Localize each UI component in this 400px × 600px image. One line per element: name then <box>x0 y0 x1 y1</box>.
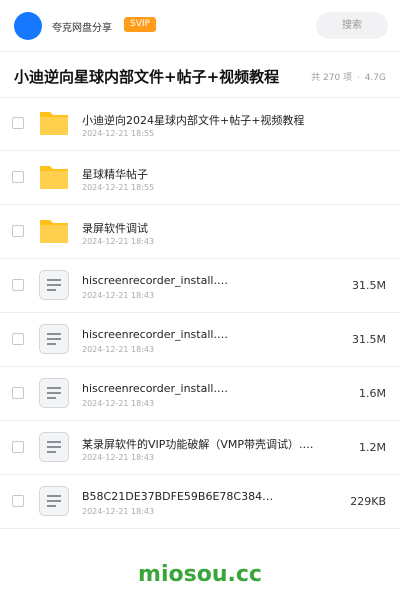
list-item[interactable]: B58C21DE37BDFE59B6E78C384… 2024-12-21 18… <box>0 475 400 529</box>
document-icon <box>39 432 69 462</box>
total-size: 4.7G <box>364 73 386 83</box>
select-checkbox[interactable] <box>12 225 24 237</box>
list-item[interactable]: hiscreenrecorder_install.… 2024-12-21 18… <box>0 367 400 421</box>
file-list: 小迪逆向2024星球内部文件+帖子+视频教程 2024-12-21 18:55 … <box>0 97 400 529</box>
file-size: 1.6M <box>359 387 386 400</box>
meta-separator: · <box>356 73 360 83</box>
folder-meta: 共 270 项 · 4.7G <box>309 70 386 83</box>
file-date: 2024-12-21 18:43 <box>82 507 155 516</box>
file-date: 2024-12-21 18:43 <box>82 237 155 246</box>
file-size: 31.5M <box>352 279 386 292</box>
watermark: miosou.cc <box>138 562 262 587</box>
search-input[interactable]: 搜索 <box>316 12 388 39</box>
select-checkbox[interactable] <box>12 441 24 453</box>
folder-icon <box>40 112 68 135</box>
select-checkbox[interactable] <box>12 171 24 183</box>
file-name: 某录屏软件的VIP功能破解（VMP带壳调试）.… <box>82 438 314 451</box>
document-icon <box>39 270 69 300</box>
page-title: 小迪逆向星球内部文件+帖子+视频教程 <box>14 68 280 86</box>
select-checkbox[interactable] <box>12 495 24 507</box>
list-item[interactable]: 录屏软件调试 2024-12-21 18:43 <box>0 205 400 259</box>
list-item[interactable]: 小迪逆向2024星球内部文件+帖子+视频教程 2024-12-21 18:55 <box>0 97 400 151</box>
file-name: 录屏软件调试 <box>82 222 148 235</box>
list-item[interactable]: 某录屏软件的VIP功能破解（VMP带壳调试）.… 2024-12-21 18:4… <box>0 421 400 475</box>
app-name: 夸克网盘分享 <box>52 23 112 34</box>
file-size: 31.5M <box>352 333 386 346</box>
file-name: B58C21DE37BDFE59B6E78C384… <box>82 490 274 503</box>
select-checkbox[interactable] <box>12 279 24 291</box>
file-date: 2024-12-21 18:43 <box>82 453 155 462</box>
file-name: 小迪逆向2024星球内部文件+帖子+视频教程 <box>82 114 305 127</box>
file-date: 2024-12-21 18:43 <box>82 345 155 354</box>
file-date: 2024-12-21 18:43 <box>82 399 155 408</box>
item-count: 共 270 项 <box>311 73 353 83</box>
avatar[interactable] <box>14 12 42 40</box>
select-checkbox[interactable] <box>12 387 24 399</box>
file-date: 2024-12-21 18:55 <box>82 129 155 138</box>
document-icon <box>39 486 69 516</box>
folder-title-row: 小迪逆向星球内部文件+帖子+视频教程 共 270 项 · 4.7G <box>0 52 400 98</box>
file-name: 星球精华帖子 <box>82 168 148 181</box>
file-date: 2024-12-21 18:43 <box>82 291 155 300</box>
file-date: 2024-12-21 18:55 <box>82 183 155 192</box>
file-name: hiscreenrecorder_install.… <box>82 328 228 341</box>
file-name: hiscreenrecorder_install.… <box>82 382 228 395</box>
select-checkbox[interactable] <box>12 333 24 345</box>
document-icon <box>39 378 69 408</box>
list-item[interactable]: 星球精华帖子 2024-12-21 18:55 <box>0 151 400 205</box>
file-name: hiscreenrecorder_install.… <box>82 274 228 287</box>
svip-badge: SVIP <box>124 17 156 32</box>
document-icon <box>39 324 69 354</box>
header: 夸克网盘分享 SVIP 搜索 <box>0 0 400 52</box>
select-checkbox[interactable] <box>12 117 24 129</box>
folder-icon <box>40 166 68 189</box>
file-size: 1.2M <box>359 441 386 454</box>
list-item[interactable]: hiscreenrecorder_install.… 2024-12-21 18… <box>0 259 400 313</box>
list-item[interactable]: hiscreenrecorder_install.… 2024-12-21 18… <box>0 313 400 367</box>
folder-icon <box>40 220 68 243</box>
file-size: 229KB <box>350 495 386 508</box>
